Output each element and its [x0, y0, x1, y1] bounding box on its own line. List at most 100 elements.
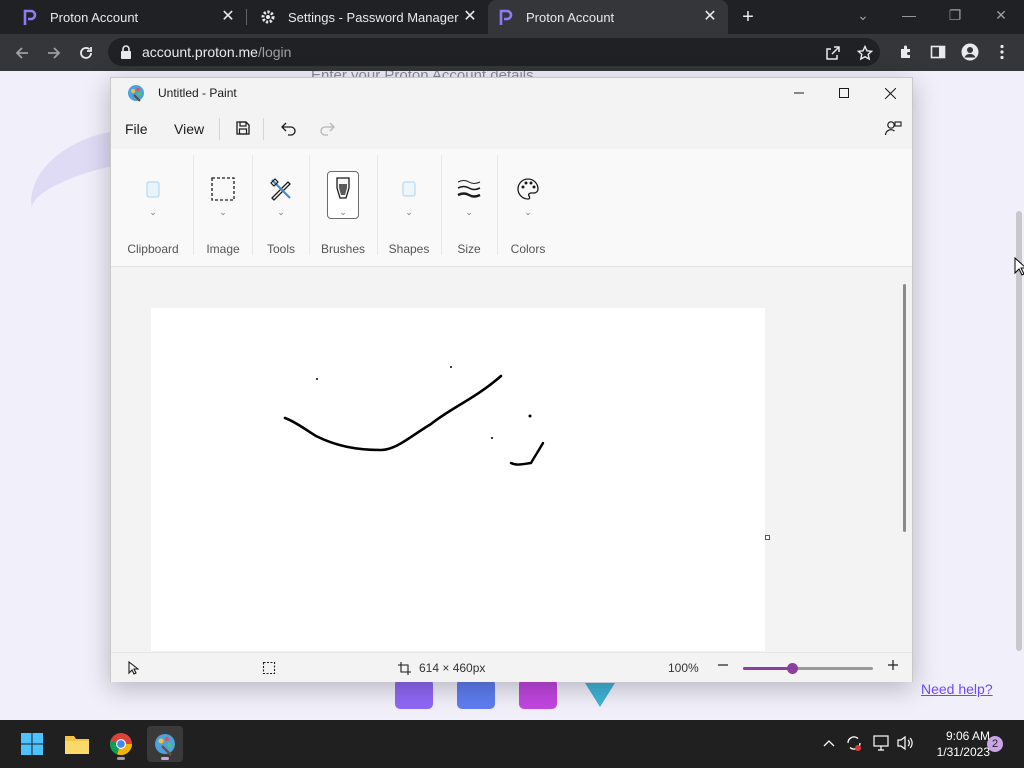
system-clock[interactable]: 9:06 AM 1/31/2023 — [920, 728, 990, 760]
canvas-scrollbar[interactable] — [903, 284, 906, 532]
chevron-up-icon[interactable] — [820, 734, 838, 752]
canvas-resize-handle[interactable] — [765, 535, 770, 540]
reload-icon[interactable] — [75, 42, 97, 64]
tab-proton-account-1[interactable]: Proton Account ✕ — [0, 0, 246, 34]
tab-settings-password-manager[interactable]: Settings - Password Manager ✕ — [248, 0, 488, 34]
sync-icon[interactable] — [845, 734, 863, 752]
ribbon-separator — [441, 155, 442, 255]
windows-logo-icon — [21, 733, 43, 755]
account-settings-icon[interactable] — [883, 118, 903, 138]
ribbon-separator — [193, 155, 194, 255]
notification-badge[interactable]: 2 — [987, 736, 1003, 752]
share-icon[interactable] — [824, 44, 842, 62]
tab-separator — [246, 9, 247, 25]
canvas-size: 614 × 460px — [398, 661, 485, 675]
chevron-down-icon: ⌄ — [219, 207, 227, 217]
shapes-group[interactable]: ⌄ Shapes — [379, 149, 439, 267]
view-menu[interactable]: View — [174, 121, 204, 137]
file-explorer-button[interactable] — [59, 726, 95, 762]
tools-icon — [265, 173, 297, 205]
minimize-icon[interactable]: — — [886, 0, 932, 30]
ribbon-separator — [497, 155, 498, 255]
browser-tab-bar: Proton Account ✕ Settings - Password Man… — [0, 0, 1024, 34]
undo-icon[interactable] — [278, 118, 298, 138]
cursor-position-icon — [127, 661, 139, 675]
zoom-in-icon[interactable] — [887, 659, 899, 671]
zoom-slider-thumb[interactable] — [787, 663, 799, 674]
bookmark-star-icon[interactable] — [856, 44, 874, 62]
extensions-icon[interactable] — [897, 43, 915, 61]
minimize-icon[interactable] — [776, 78, 822, 108]
menu-separator — [219, 118, 220, 140]
tab-search-icon[interactable]: ⌄ — [840, 0, 886, 30]
close-icon[interactable]: ✕ — [220, 9, 236, 25]
proton-vpn-icon — [581, 679, 619, 709]
active-indicator — [161, 757, 169, 760]
clipboard-group[interactable]: ⌄ Clipboard — [121, 149, 185, 267]
close-icon[interactable] — [867, 78, 913, 108]
restore-icon[interactable]: ❐ — [932, 0, 978, 30]
windows-taskbar: 9:06 AM 1/31/2023 2 — [0, 720, 1024, 768]
chevron-down-icon: ⌄ — [339, 207, 347, 217]
back-icon[interactable] — [11, 42, 33, 64]
network-icon[interactable] — [872, 734, 890, 752]
chrome-taskbar-button[interactable] — [103, 726, 139, 762]
paint-ribbon: ⌄ Clipboard ⌄ Image ⌄ Tools ⌄ Brushes ⌄ … — [111, 149, 912, 267]
proton-mail-icon — [395, 679, 433, 709]
maximize-icon[interactable] — [821, 78, 867, 108]
gear-icon — [260, 9, 276, 25]
profile-icon[interactable] — [961, 43, 979, 61]
colors-label: Colors — [510, 242, 546, 256]
menu-separator — [263, 118, 264, 140]
file-menu[interactable]: File — [125, 121, 148, 137]
redo-icon[interactable] — [318, 118, 338, 138]
zoom-out-icon[interactable] — [717, 659, 729, 671]
close-icon[interactable]: ✕ — [462, 9, 478, 25]
paint-title-bar[interactable]: Untitled - Paint — [111, 78, 912, 108]
ribbon-separator — [309, 155, 310, 255]
need-help-link[interactable]: Need help? — [921, 681, 993, 697]
folder-icon — [65, 736, 89, 754]
image-group[interactable]: ⌄ Image — [195, 149, 251, 267]
volume-icon[interactable] — [896, 734, 914, 752]
chrome-icon — [109, 733, 133, 756]
forward-icon[interactable] — [43, 42, 65, 64]
colors-group[interactable]: ⌄ Colors — [499, 149, 557, 267]
new-tab-button[interactable]: + — [738, 7, 758, 27]
canvas-size-icon — [398, 661, 411, 675]
paint-icon — [155, 734, 175, 756]
size-icon — [453, 173, 485, 205]
shapes-icon — [393, 173, 425, 205]
ribbon-separator — [377, 155, 378, 255]
clock-time: 9:06 AM — [945, 729, 990, 743]
mouse-cursor-icon — [1014, 256, 1024, 282]
drawing-canvas[interactable] — [151, 308, 765, 651]
clipboard-label: Clipboard — [127, 242, 179, 256]
zoom-slider[interactable] — [743, 663, 873, 674]
tab-proton-account-2[interactable]: Proton Account ✕ — [488, 0, 728, 34]
proton-calendar-icon — [457, 679, 495, 709]
chevron-down-icon: ⌄ — [524, 207, 532, 217]
tab-title: Proton Account — [526, 9, 615, 25]
brushes-group[interactable]: ⌄ Brushes — [311, 149, 375, 267]
size-group[interactable]: ⌄ Size — [443, 149, 495, 267]
proton-drive-icon — [519, 679, 557, 709]
proton-icon — [498, 9, 514, 25]
tools-group[interactable]: ⌄ Tools — [253, 149, 309, 267]
clock-date: 1/31/2023 — [936, 745, 990, 759]
chevron-down-icon: ⌄ — [149, 207, 157, 217]
image-label: Image — [206, 242, 240, 256]
paint-taskbar-button[interactable] — [147, 726, 183, 762]
size-label: Size — [457, 242, 481, 256]
window-title: Untitled - Paint — [158, 86, 237, 100]
menu-kebab-icon[interactable] — [993, 43, 1011, 61]
close-window-icon[interactable]: ✕ — [978, 0, 1024, 30]
close-icon[interactable]: ✕ — [702, 9, 718, 25]
tab-title: Settings - Password Manager — [288, 9, 459, 25]
start-button[interactable] — [14, 726, 50, 762]
save-icon[interactable] — [233, 118, 253, 138]
side-panel-icon[interactable] — [929, 43, 947, 61]
address-bar[interactable]: account.proton.me/login — [108, 38, 880, 66]
zoom-percent[interactable]: 100% — [668, 661, 699, 675]
zoom-slider-fill — [743, 667, 793, 670]
